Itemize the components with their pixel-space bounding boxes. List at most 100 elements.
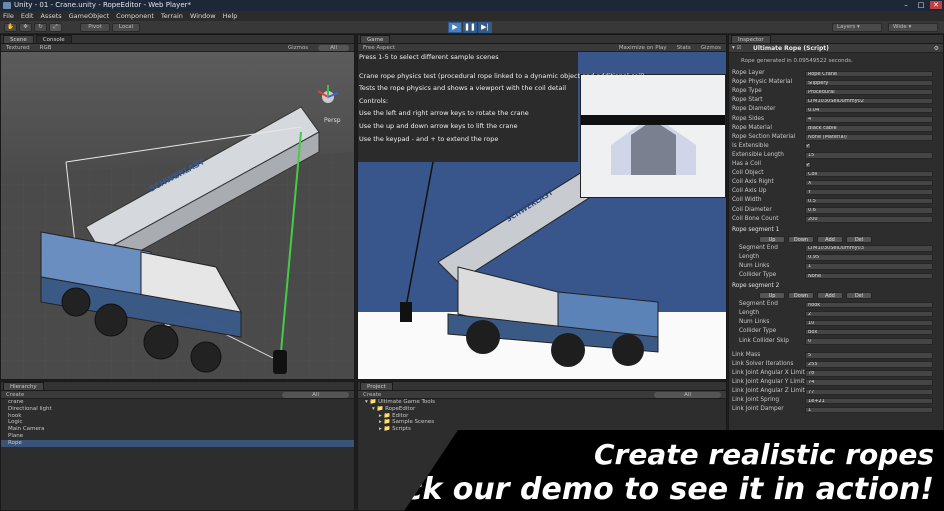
tab-console[interactable]: Console	[35, 35, 72, 43]
property-field[interactable]: 1	[805, 406, 933, 414]
property-field[interactable]: Coil	[805, 170, 933, 178]
tab-scene[interactable]: Scene	[3, 35, 34, 43]
rope-segment-header[interactable]: Rope segment 2	[729, 282, 944, 291]
pause-button[interactable]: ❚❚	[463, 22, 477, 33]
property-field[interactable]: X	[805, 179, 933, 187]
local-toggle[interactable]: Local	[112, 23, 140, 32]
hierarchy-item[interactable]: Plane	[1, 433, 354, 440]
hierarchy-item-selected[interactable]: Rope	[1, 439, 354, 447]
menu-terrain[interactable]: Terrain	[161, 12, 183, 20]
maximize-on-play-toggle[interactable]: Maximize on Play	[619, 45, 667, 51]
property-field[interactable]: Box	[805, 328, 933, 336]
property-field[interactable]: 0.95	[805, 254, 933, 261]
property-field[interactable]: 0.5	[805, 197, 933, 205]
property-field[interactable]: 2	[805, 310, 933, 318]
layout-dropdown[interactable]: Wide ▾	[888, 23, 938, 32]
hand-tool-icon[interactable]: ✋	[4, 23, 17, 32]
property-field[interactable]: 4	[805, 116, 933, 123]
property-field[interactable]: None	[805, 272, 933, 279]
property-field[interactable]: 1e+21	[805, 397, 933, 405]
property-checkbox[interactable]: ✓	[805, 161, 811, 168]
step-button[interactable]: ▶|	[478, 22, 492, 33]
game-gizmos-dropdown[interactable]: Gizmos	[701, 45, 721, 51]
inspector-property-row: Is Extensible ✓	[729, 142, 944, 151]
segment-down-button[interactable]: Down	[788, 292, 814, 300]
rotate-tool-icon[interactable]: ↻	[34, 23, 47, 32]
hierarchy-search-input[interactable]: All	[282, 391, 349, 398]
tab-inspector[interactable]: Inspector	[731, 35, 771, 43]
close-icon[interactable]: ✕	[930, 1, 942, 9]
scale-tool-icon[interactable]: ⤢	[49, 23, 62, 32]
menu-help[interactable]: Help	[223, 12, 238, 20]
layers-dropdown[interactable]: Layers ▾	[832, 23, 882, 32]
segment-del-button[interactable]: Del	[846, 235, 872, 243]
property-field[interactable]: Black cable	[805, 125, 933, 132]
scene-viewport[interactable]: SCHWERLAST SCHWERLAST Persp	[1, 52, 354, 379]
menu-component[interactable]: Component	[116, 12, 154, 20]
segment-del-button[interactable]: Del	[846, 292, 872, 300]
maximize-icon[interactable]: □	[915, 1, 927, 9]
property-field[interactable]: Procedural	[805, 88, 933, 96]
hierarchy-create-dropdown[interactable]: Create	[6, 392, 24, 398]
property-field[interactable]: 10	[805, 319, 933, 327]
property-field[interactable]: 0.6	[805, 207, 933, 214]
play-button[interactable]: ▶	[448, 22, 462, 33]
color-mode-dropdown[interactable]: RGB	[40, 45, 52, 51]
property-field[interactable]: LTM1030SelDummy03	[805, 245, 933, 252]
property-field[interactable]: 78	[805, 370, 933, 377]
project-create-dropdown[interactable]: Create	[363, 392, 381, 398]
component-gear-icon[interactable]: ⚙	[934, 44, 939, 53]
hierarchy-item[interactable]: crane	[1, 399, 354, 406]
property-field[interactable]: 200	[805, 216, 933, 223]
inspector-property-row: Coil Axis Right X	[729, 178, 944, 187]
tab-game[interactable]: Game	[360, 35, 391, 43]
property-field[interactable]: hook	[805, 301, 933, 309]
property-field[interactable]: 0	[805, 338, 933, 345]
rope-segment-header[interactable]: Rope segment 1	[729, 226, 944, 235]
pivot-toggle[interactable]: Pivot	[80, 23, 110, 32]
segment-up-button[interactable]: Up	[759, 292, 785, 300]
menu-gameobject[interactable]: GameObject	[69, 12, 110, 20]
property-field[interactable]: Y	[805, 188, 933, 196]
segment-add-button[interactable]: Add	[817, 235, 843, 243]
property-field[interactable]: 15	[805, 152, 933, 159]
hierarchy-item[interactable]: Directional light	[1, 406, 354, 413]
property-field[interactable]: None (Material)	[805, 134, 933, 141]
project-folder[interactable]: ▸ 📁 Sample Scenes	[358, 419, 726, 426]
scene-search-input[interactable]: All	[318, 44, 349, 51]
property-field[interactable]: 0.04	[805, 106, 933, 114]
property-field[interactable]: 255	[805, 361, 933, 368]
segment-add-button[interactable]: Add	[817, 292, 843, 300]
property-field[interactable]: 5	[805, 352, 933, 359]
project-search-input[interactable]: All	[654, 391, 721, 398]
property-field[interactable]: 77	[805, 388, 933, 395]
property-field[interactable]: 1	[805, 263, 933, 270]
project-folder[interactable]: ▾ 📁 RopeEditor	[358, 406, 726, 413]
segment-up-button[interactable]: Up	[759, 235, 785, 243]
tab-project[interactable]: Project	[360, 382, 393, 390]
render-mode-dropdown[interactable]: Textured	[6, 45, 30, 51]
project-folder[interactable]: ▾ 📁 Ultimate Game Tools	[358, 399, 726, 406]
menu-assets[interactable]: Assets	[40, 12, 61, 20]
segment-down-button[interactable]: Down	[788, 235, 814, 243]
property-field[interactable]: Rope Crane	[805, 70, 933, 77]
tab-hierarchy[interactable]: Hierarchy	[3, 382, 44, 390]
aspect-dropdown[interactable]: Free Aspect	[363, 45, 395, 51]
menu-file[interactable]: File	[3, 12, 14, 20]
property-field[interactable]: LTM1030SelDummy02	[805, 97, 933, 105]
hierarchy-item[interactable]: Main Camera	[1, 426, 354, 433]
scene-gizmos-dropdown[interactable]: Gizmos	[288, 45, 308, 51]
game-viewport[interactable]: SCHWERLAST Press 1-5 to select different…	[358, 52, 726, 379]
hierarchy-item[interactable]: Logic	[1, 419, 354, 426]
property-field[interactable]: 74	[805, 379, 933, 386]
menu-edit[interactable]: Edit	[21, 12, 34, 20]
move-tool-icon[interactable]: ✥	[19, 23, 32, 32]
minimize-icon[interactable]: –	[900, 1, 912, 9]
stats-toggle[interactable]: Stats	[677, 45, 691, 51]
hierarchy-item[interactable]: hook	[1, 413, 354, 420]
property-checkbox[interactable]: ✓	[805, 143, 811, 150]
menu-window[interactable]: Window	[190, 12, 216, 20]
component-header[interactable]: ▾ ☑ Ultimate Rope (Script) ⚙	[729, 44, 943, 53]
property-field[interactable]: Slippery	[805, 79, 933, 87]
property-label: Rope Diameter	[732, 106, 776, 113]
